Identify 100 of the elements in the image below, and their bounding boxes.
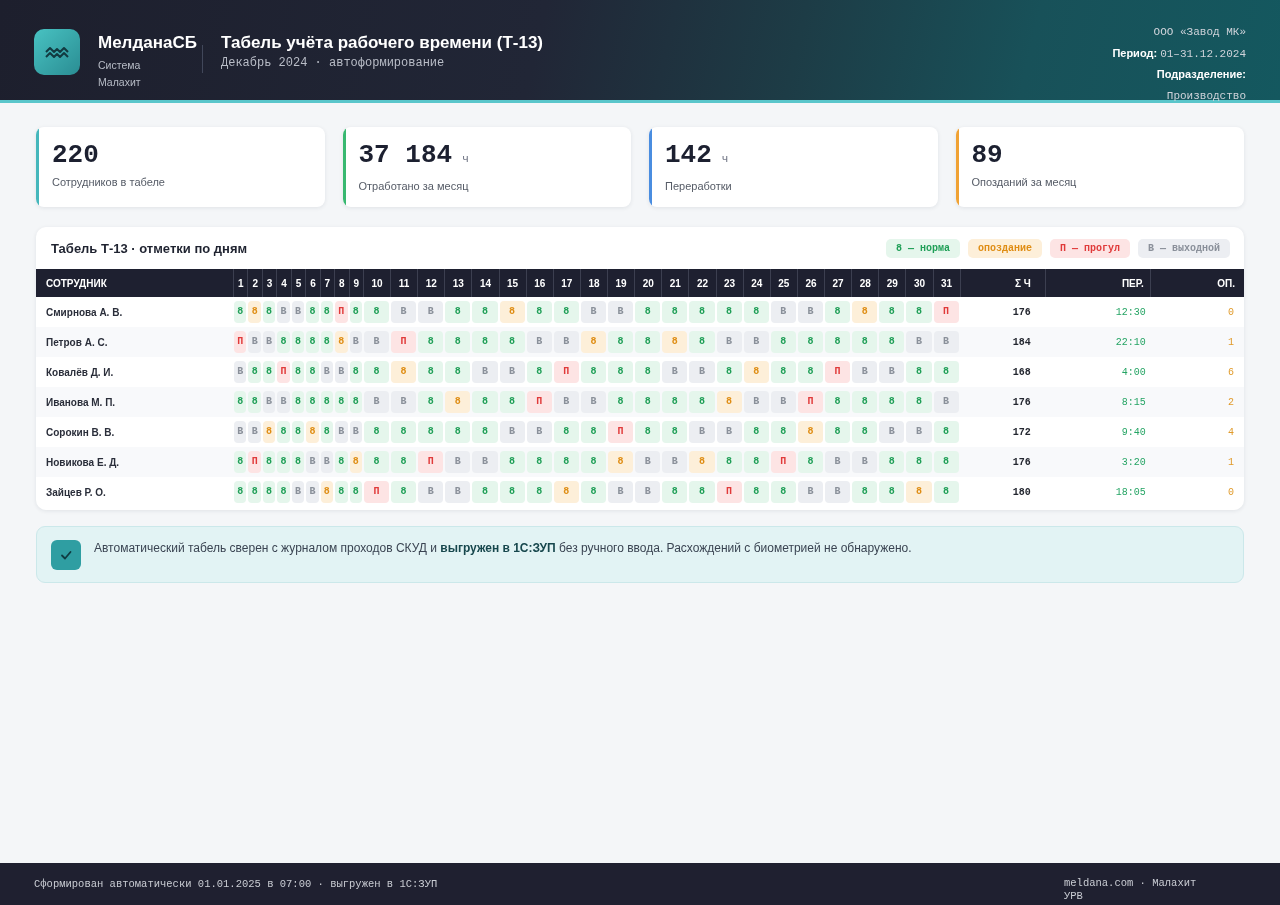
stat-value: 142 [665,140,712,170]
column-header: 20 [634,269,662,297]
column-header: ОП. [1149,269,1244,297]
day-cell: 8 [662,331,688,353]
day-cell: 8 [689,331,715,353]
day-cell: В [852,361,878,383]
employee-name: Иванова М. П. [45,396,117,408]
column-header: 21 [661,269,689,297]
day-cell: 8 [291,331,305,353]
day-cell: В [418,481,444,503]
column-header: 18 [579,269,608,297]
day-cell: 8 [743,361,769,383]
day-cell: 8 [418,421,444,443]
day-cell: 8 [852,391,878,413]
day-cell: В [825,451,851,473]
column-header: 13 [444,269,472,297]
day-cell: 8 [879,331,905,353]
day-cell: 8 [320,391,334,413]
day-cell: 8 [608,451,634,473]
period-label: Период: [1112,46,1158,59]
day-cell: 8 [234,391,247,413]
day-cell: П [248,451,261,473]
day-cell: 8 [277,421,290,443]
legend-label: 8 — норма [885,238,960,258]
day-cell: В [716,421,742,443]
overtime-value: 12:30 [1114,306,1147,318]
day-cell: 8 [418,361,444,383]
day-cell: 8 [879,481,905,503]
day-cell: П [770,451,796,473]
day-cell: 8 [306,301,319,323]
hours-total: 172 [1011,426,1032,438]
overtime-value: 22:10 [1114,336,1147,348]
day-cell: 8 [363,451,390,473]
organization-name: ООО «Завод МК» [1153,26,1246,38]
day-cell: В [445,481,471,503]
day-cell: В [608,301,634,323]
day-cell: 8 [635,331,661,353]
day-cell: 8 [635,391,661,413]
day-cell: 8 [553,481,579,503]
column-header: 9 [348,269,363,297]
day-cell: В [291,481,305,503]
day-cell: 8 [445,301,471,323]
employee-name: Сорокин В. В. [45,426,116,438]
day-cell: 8 [580,331,607,353]
day-cell: 8 [933,481,959,503]
day-cell: В [797,481,824,503]
day-cell: П [825,361,851,383]
day-cell: П [608,421,634,443]
day-cell: 8 [825,331,851,353]
day-cell: В [499,421,525,443]
day-cell: 8 [743,421,769,443]
day-cell: В [743,331,769,353]
day-cell: П [335,301,348,323]
day-cell: 8 [608,331,634,353]
day-cell: П [363,481,390,503]
stat-unit: ч [462,153,469,165]
day-cell: 8 [335,391,348,413]
legend-label: В — выходной [1138,238,1230,258]
day-cell: 8 [662,301,688,323]
overtime-value: 3:20 [1120,456,1147,468]
day-cell: В [248,421,261,443]
day-cell: 8 [472,301,498,323]
check-icon [51,540,81,570]
column-header: 2 [247,269,262,297]
day-cell: В [933,391,959,413]
day-cell: П [277,361,290,383]
day-cell: 8 [306,421,319,443]
day-cell: 8 [797,361,824,383]
day-cell: 8 [335,481,348,503]
day-cell: 8 [743,481,769,503]
day-cell: П [797,391,824,413]
day-cell: 8 [716,391,742,413]
day-cell: 8 [825,391,851,413]
day-cell: 8 [580,421,607,443]
day-cell: П [391,331,417,353]
day-cell: 8 [234,481,247,503]
day-cell: В [349,331,362,353]
day-cell: 8 [608,361,634,383]
column-header: 29 [878,269,906,297]
day-cell: 8 [608,391,634,413]
day-cell: 8 [825,421,851,443]
day-cell: 8 [879,301,905,323]
day-cell: В [852,451,878,473]
column-header: 26 [796,269,825,297]
day-cell: 8 [770,421,796,443]
day-cell: 8 [320,421,334,443]
stat-label: Сотрудников в табеле [52,176,165,188]
page-title: Табель учёта рабочего времени (Т-13) [221,33,544,53]
day-cell: В [608,481,634,503]
column-header: 14 [471,269,499,297]
day-cell: 8 [320,331,334,353]
day-cell: В [472,451,498,473]
day-cell: 8 [689,481,715,503]
day-cell: 8 [234,301,247,323]
stat-label: Переработки [665,180,732,192]
day-cell: 8 [306,331,319,353]
day-cell: 8 [933,421,959,443]
day-cell: 8 [472,481,498,503]
overtime-value: 4:00 [1120,366,1147,378]
day-cell: 8 [262,451,276,473]
